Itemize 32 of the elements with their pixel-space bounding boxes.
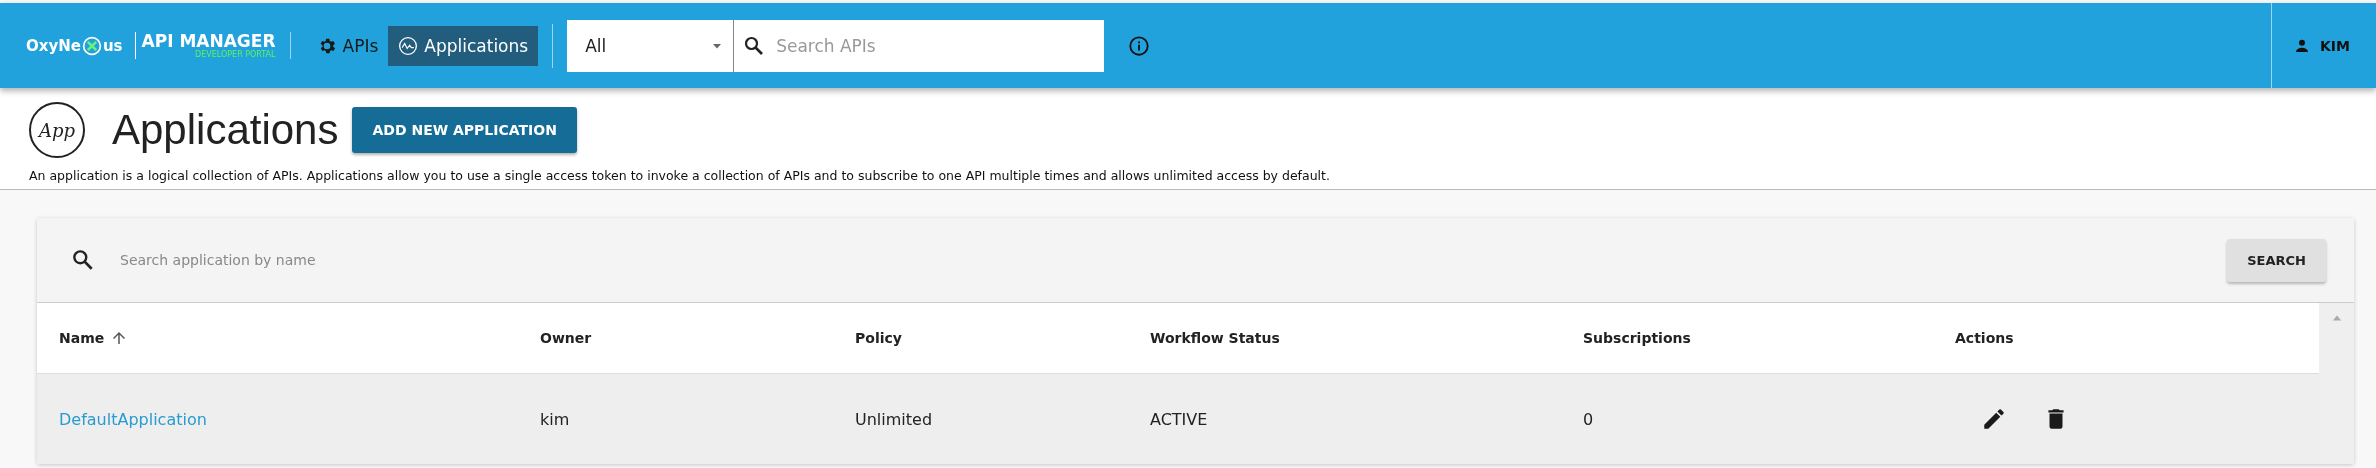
table-cell: ACTIVE: [1150, 409, 1208, 429]
search-input[interactable]: Search APIs: [774, 34, 1105, 57]
wave-circle-icon: [398, 35, 419, 56]
column-header: Subscriptions: [1583, 330, 1691, 346]
brand-text: OxyNe: [26, 36, 81, 55]
column-header[interactable]: Name: [59, 330, 105, 346]
product-subtitle: DEVELOPER PORTAL: [194, 50, 276, 59]
search-field[interactable]: Search APIs: [733, 19, 1105, 72]
table-cell: 0: [1583, 409, 1594, 429]
brand-text: us: [102, 36, 123, 55]
product-name: API MANAGER: [141, 32, 276, 50]
column-header: Workflow Status: [1150, 330, 1280, 346]
search-field[interactable]: Search application by name: [118, 251, 2228, 269]
page-title: Applications: [112, 106, 339, 154]
table-cell: Unlimited: [855, 409, 933, 429]
pencil-icon: [1981, 406, 2007, 432]
scrollbar[interactable]: [2319, 303, 2354, 464]
info-icon: [1128, 34, 1151, 57]
scope-select[interactable]: All: [567, 19, 734, 72]
scroll-up-arrow-icon: [2330, 313, 2343, 323]
person-icon: [2294, 37, 2310, 54]
add-application-button[interactable]: ADD NEW APPLICATION: [352, 107, 577, 153]
column-header: Actions: [1955, 330, 2014, 346]
column-header: Policy: [855, 330, 902, 346]
search-button[interactable]: SEARCH: [2227, 238, 2326, 282]
x-circle-icon: [81, 35, 102, 56]
app-logo-icon: App: [29, 102, 85, 158]
nav-tab[interactable]: Applications: [388, 25, 539, 66]
page-description: An application is a logical collection of APIs. Applications allow you to use a single access token to invoke a collection of APIs and to subscribe to one API multiple times and allows unlimited access by default.: [29, 168, 1331, 183]
table-cell: kim: [540, 409, 570, 429]
nav-tab[interactable]: APIs: [306, 25, 389, 66]
column-header: Owner: [540, 330, 592, 346]
